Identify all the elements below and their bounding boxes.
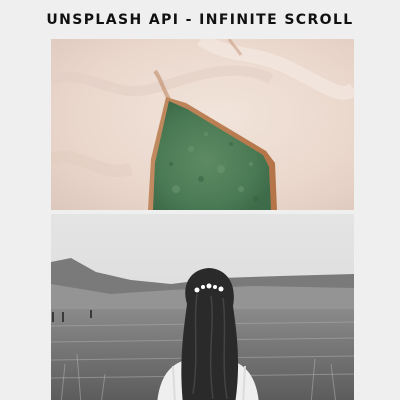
aerial-landform-image [51, 39, 354, 210]
page-title: UNSPLASH API - INFINITE SCROLL [46, 12, 354, 28]
woman-field-image [51, 214, 354, 400]
photo-feed[interactable] [51, 39, 354, 400]
app-page: UNSPLASH API - INFINITE SCROLL [0, 0, 400, 400]
photo-card-aerial[interactable] [51, 39, 354, 210]
photo-card-field[interactable] [51, 214, 354, 400]
